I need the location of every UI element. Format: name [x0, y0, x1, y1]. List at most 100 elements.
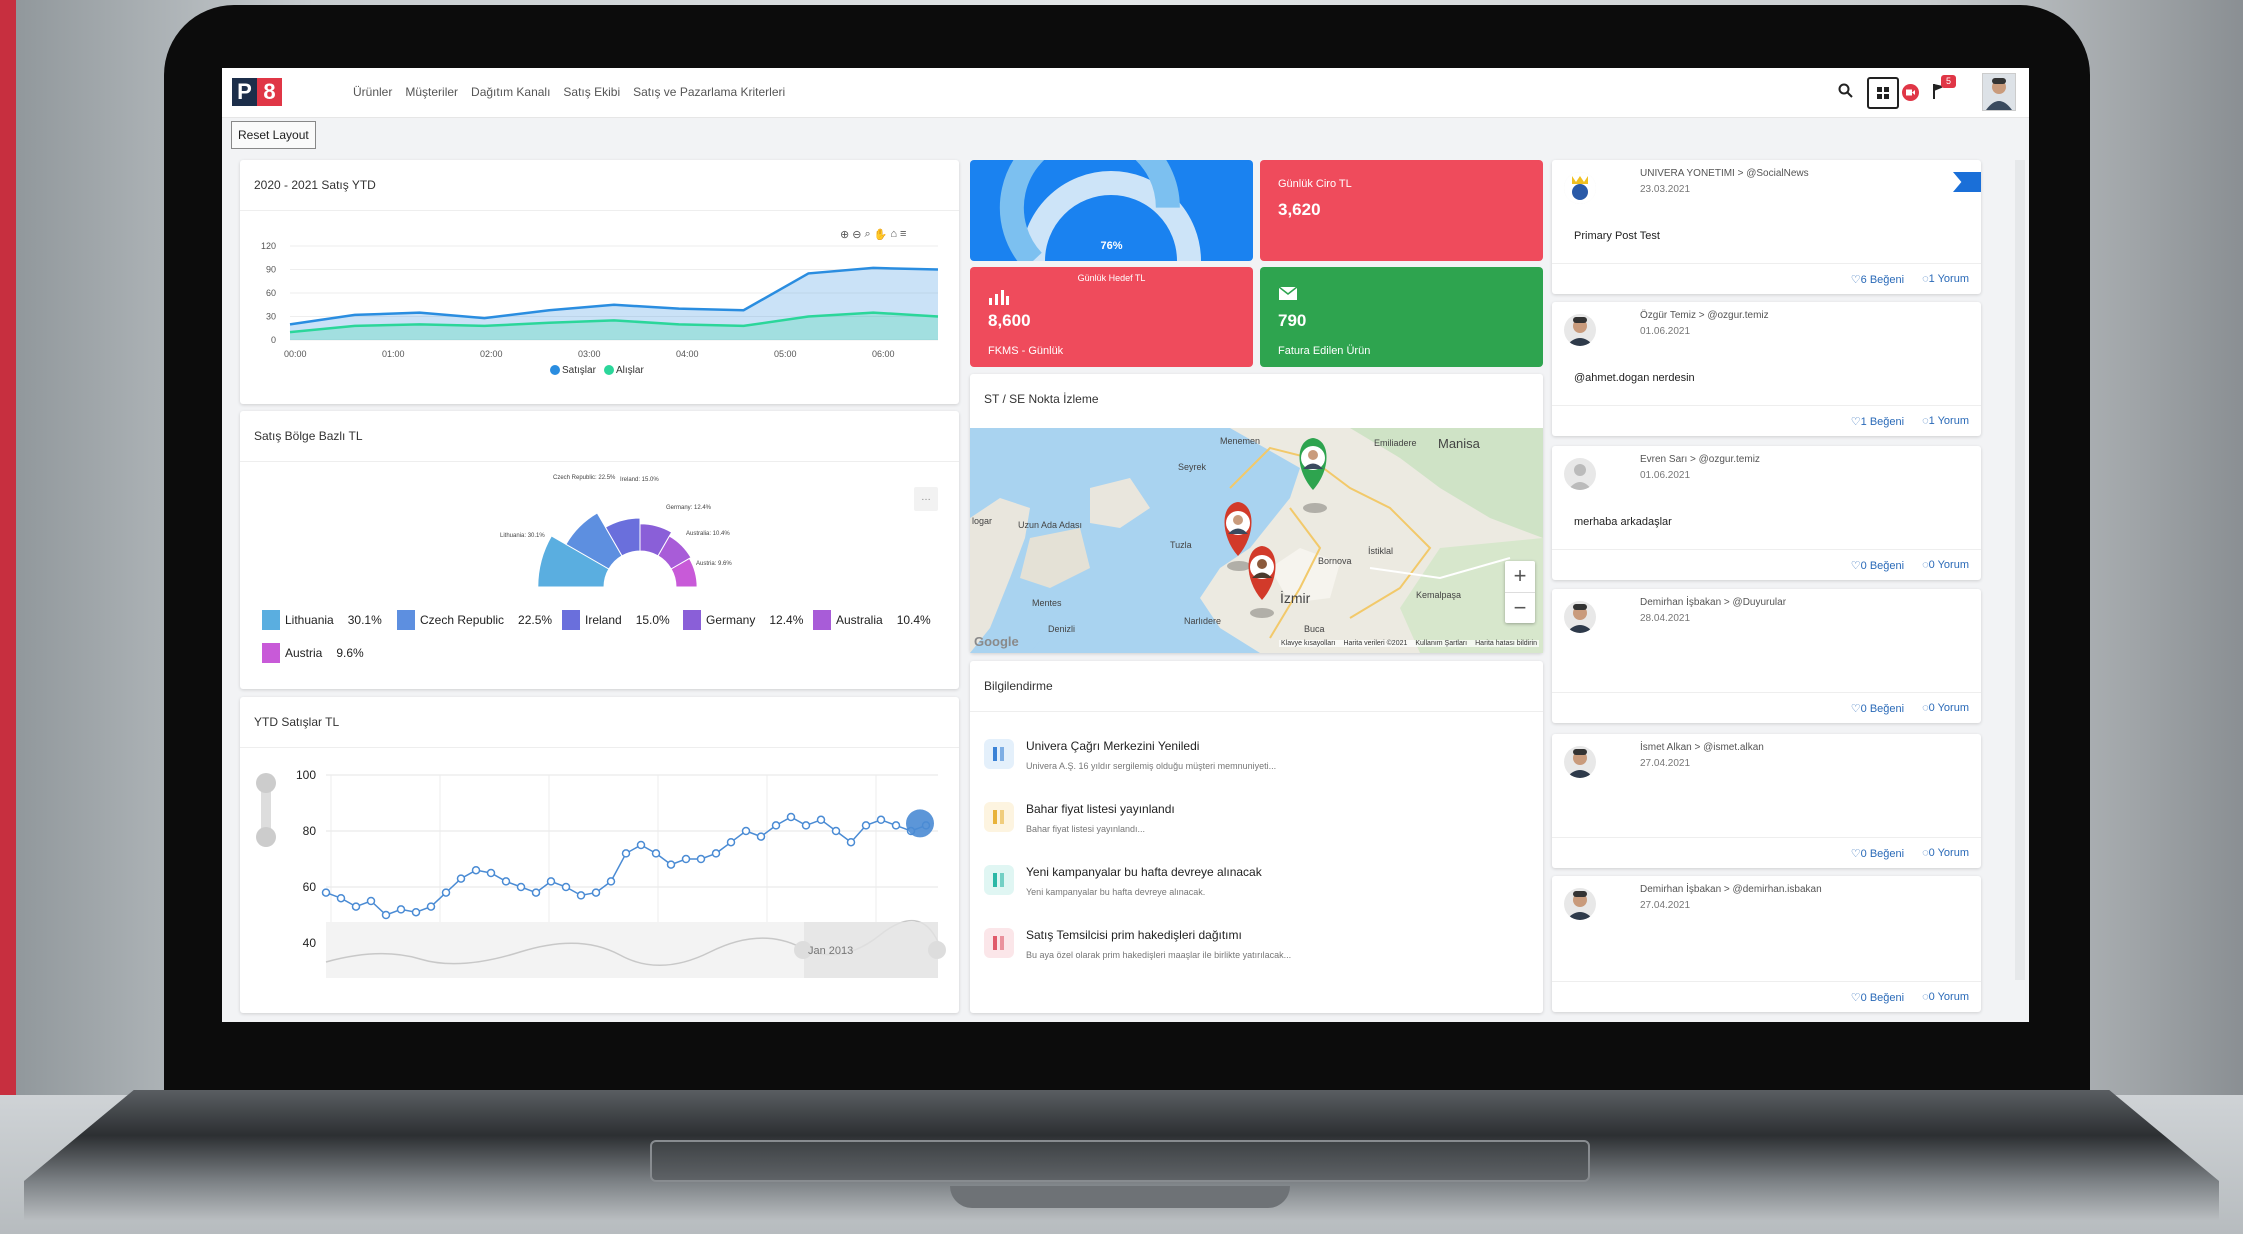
laptop-notch: [950, 1186, 1290, 1208]
notification-title[interactable]: Satış Temsilcisi prim hakedişleri dağıtı…: [1026, 928, 1242, 942]
sales-point: [801, 821, 811, 830]
ytd-ytick: 120: [261, 241, 276, 251]
p8-logo[interactable]: P 8: [232, 78, 282, 106]
legend-item-germany[interactable]: Germany 12.4%: [683, 610, 803, 630]
like-button[interactable]: ♡0 Beğeni: [1851, 559, 1904, 572]
sales-point: [876, 815, 886, 825]
post-avatar[interactable]: [1564, 172, 1596, 204]
notification-icon: [984, 739, 1014, 769]
post-author[interactable]: UNIVERA YONETIMI > @SocialNews: [1640, 168, 1809, 179]
zoom-out-icon[interactable]: ⊖: [852, 228, 861, 241]
like-button[interactable]: ♡0 Beğeni: [1851, 702, 1904, 715]
attribution-keyboard[interactable]: Klavye kısayolları: [1281, 640, 1335, 647]
like-button[interactable]: ♡0 Beğeni: [1851, 991, 1904, 1004]
y-slider-handle-bottom: [256, 827, 276, 847]
like-button[interactable]: ♡1 Beğeni: [1851, 415, 1904, 428]
legend-item-austria[interactable]: Austria 9.6%: [262, 643, 364, 663]
page-scrollbar[interactable]: [2015, 160, 2025, 980]
chart-toolbar: ⊕ ⊖ ⌕ ✋ ⌂ ≡: [840, 228, 906, 241]
ytd-area-chart: 0 30 60 90 120 00:00 01:00 02:00 03:00 04:00 05:00…: [261, 241, 939, 376]
like-button[interactable]: ♡6 Beğeni: [1851, 273, 1904, 286]
line-ytick: 40: [303, 936, 317, 950]
nav-item-musteriler[interactable]: Müşteriler: [405, 85, 458, 99]
legend-item-lithuania[interactable]: Lithuania 30.1%: [262, 610, 382, 630]
attribution-terms[interactable]: Kullanım Şartları: [1415, 640, 1467, 647]
legend-swatch: [562, 610, 580, 630]
zoom-in-icon[interactable]: ⊕: [840, 228, 849, 241]
ytd-ytick: 60: [266, 288, 276, 298]
nav-item-satis-ekibi[interactable]: Satış Ekibi: [563, 85, 620, 99]
video-call-icon[interactable]: [1902, 84, 1919, 101]
post-avatar[interactable]: [1564, 314, 1596, 346]
notification-desc: Bu aya özel olarak prim hakedişleri maaş…: [1026, 950, 1292, 960]
sales-point: [846, 837, 856, 847]
post-author[interactable]: Özgür Temiz > @ozgur.temiz: [1640, 310, 1769, 321]
pie-slice-label: Lithuania: 30.1%: [500, 533, 545, 539]
comment-button[interactable]: ◌0 Yorum: [1922, 991, 1969, 1004]
ciro-value: 3,620: [1278, 200, 1321, 219]
attribution-report[interactable]: Harita hatası bildirin: [1475, 640, 1537, 647]
sales-point: [636, 840, 646, 850]
post-avatar[interactable]: [1564, 746, 1596, 778]
post-avatar[interactable]: [1564, 601, 1596, 633]
legend-value: 10.4%: [896, 613, 931, 627]
search-icon[interactable]: [1838, 83, 1853, 101]
sales-point: [396, 905, 406, 914]
nav-item-satis-pazarlama[interactable]: Satış ve Pazarlama Kriterleri: [633, 85, 785, 99]
post-date: 27.04.2021: [1640, 758, 1691, 769]
post-author[interactable]: Demirhan İşbakan > @demirhan.isbakan: [1640, 884, 1822, 895]
comment-button[interactable]: ◌0 Yorum: [1922, 702, 1969, 715]
like-button[interactable]: ♡0 Beğeni: [1851, 847, 1904, 860]
notification-title[interactable]: Yeni kampanyalar bu hafta devreye alınac…: [1026, 865, 1262, 879]
home-icon[interactable]: ⌂: [890, 228, 897, 241]
legend-name: Lithuania: [285, 613, 334, 627]
comment-button[interactable]: ◌1 Yorum: [1922, 273, 1969, 286]
post-avatar[interactable]: [1564, 888, 1596, 920]
gauge-percent: 76%: [1100, 240, 1123, 252]
legend-item-ireland[interactable]: Ireland 15.0%: [562, 610, 670, 630]
sales-point: [456, 874, 466, 883]
comment-button[interactable]: ◌1 Yorum: [1922, 415, 1969, 428]
sales-point: [561, 882, 571, 892]
nav-item-dagitim-kanali[interactable]: Dağıtım Kanalı: [471, 85, 550, 99]
nav-item-urunler[interactable]: Ürünler: [353, 85, 392, 99]
user-avatar[interactable]: [1982, 73, 2016, 111]
comment-button[interactable]: ◌0 Yorum: [1922, 559, 1969, 572]
ytd-xtick: 04:00: [676, 349, 699, 359]
map-view[interactable]: Menemen Emiliadere Manisa Seyrek Uzun Ada Ad…: [970, 428, 1543, 653]
fkms-tile: Günlük Hedef TL 8,600 FKMS - Günlük: [970, 267, 1253, 367]
pie-slice-label: Ireland: 15.0%: [620, 477, 659, 483]
legend-item-czech-republic[interactable]: Czech Republic 22.5%: [397, 610, 552, 630]
sales-point: [861, 821, 871, 830]
post-author[interactable]: Demirhan İşbakan > @Duyurular: [1640, 597, 1786, 608]
legend-swatch: [262, 610, 280, 630]
feed-post: Özgür Temiz > @ozgur.temiz 01.06.2021 @ahm…: [1552, 302, 1981, 436]
post-author[interactable]: Evren Sarı > @ozgur.temiz: [1640, 454, 1760, 465]
menu-icon[interactable]: ≡: [900, 228, 906, 241]
chart-menu-button[interactable]: …: [914, 487, 938, 511]
post-avatar[interactable]: [1564, 458, 1596, 490]
map-marker-green[interactable]: [1299, 438, 1328, 513]
notification-title[interactable]: Bahar fiyat listesi yayınlandı: [1026, 802, 1175, 816]
pan-hand-icon[interactable]: ✋: [874, 228, 888, 241]
reset-layout-button[interactable]: Reset Layout: [231, 121, 316, 149]
notification-title[interactable]: Univera Çağrı Merkezini Yeniledi: [1026, 739, 1199, 753]
zoom-minus-button[interactable]: −: [1505, 592, 1535, 623]
legend-value: 12.4%: [769, 613, 804, 627]
legend-item-australia[interactable]: Australia 10.4%: [813, 610, 931, 630]
apps-grid-icon[interactable]: [1867, 77, 1899, 109]
notification-icon: [984, 802, 1014, 832]
post-flag-icon: [1953, 172, 1981, 192]
ytd-xtick: 06:00: [872, 349, 895, 359]
ytd-area-card: 2020 - 2021 Satış YTD 0 30 60 90 120 00:00 01:…: [240, 160, 959, 404]
sales-point: [366, 896, 376, 906]
gauge-caption: Günlük Hedef TL: [1077, 273, 1146, 283]
zoom-plus-button[interactable]: +: [1505, 561, 1535, 592]
magnify-icon[interactable]: ⌕: [864, 228, 870, 241]
sales-point: [426, 902, 436, 911]
comment-button[interactable]: ◌0 Yorum: [1922, 847, 1969, 860]
post-author[interactable]: İsmet Alkan > @ismet.alkan: [1640, 742, 1764, 753]
map-marker-red-2[interactable]: [1248, 546, 1276, 618]
legend-value: 15.0%: [635, 613, 670, 627]
map-marker-red-1[interactable]: [1224, 502, 1252, 571]
